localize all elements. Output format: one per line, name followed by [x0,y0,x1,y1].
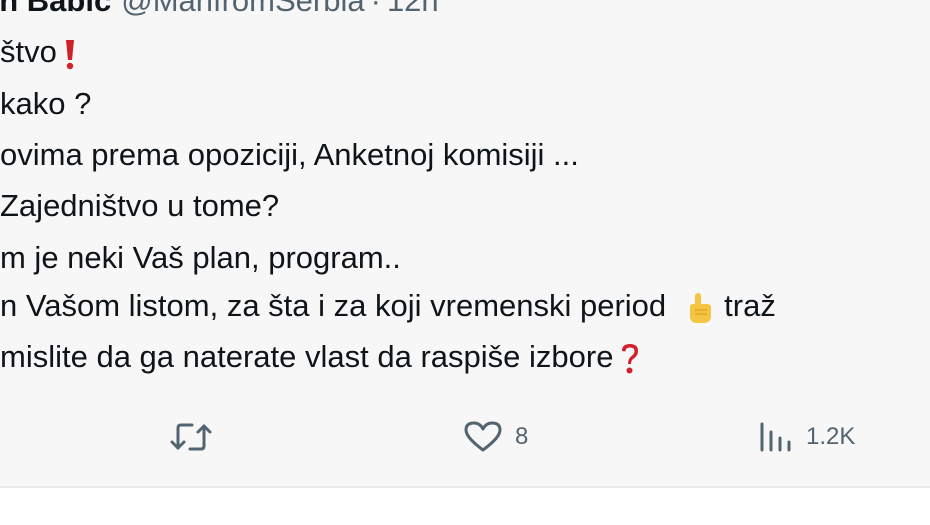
separator-dot: · [370,0,381,18]
next-tweet-area [0,488,930,525]
tweet-header: an Babic @ManfromSerbia · 12h [0,0,439,19]
views-count: 1.2K [806,423,856,450]
tweet-text-line: m je neki Vaš plan, program.. [0,240,401,276]
tweet-text: ovima prema opoziciji, Anketnoj komisiji… [0,137,579,172]
tweet-text: Zajedništvo u tome? [0,188,280,223]
tweet-text-line: ovima prema opoziciji, Anketnoj komisiji… [0,137,579,173]
tweet-text-line: n Vašom listom, za šta i za koji vremens… [0,288,776,325]
tweet-text: n Vašom listom, za šta i za koji vremens… [0,288,667,323]
tweet-text-line: Zajedništvo u tome? [0,188,279,224]
pointing-finger-icon [684,291,714,325]
tweet-card[interactable]: an Babic @ManfromSerbia · 12h štvo kako ? o… [0,0,930,488]
views-icon [758,420,794,454]
author-name[interactable]: an Babic [0,0,111,18]
like-button[interactable]: 8 [463,417,528,457]
like-count: 8 [515,423,529,450]
tweet-text-line: kako ? [0,86,91,122]
red-question-icon [619,342,641,376]
author-handle[interactable]: @ManfromSerbia [121,0,364,18]
tweet-text-line: mislite da ga naterate vlast da raspiše … [0,339,641,376]
views-button[interactable]: 1.2K [758,417,855,457]
tweet-text: m je neki Vaš plan, program.. [0,240,401,275]
retweet-button[interactable] [168,417,214,457]
tweet-text: mislite da ga naterate vlast da raspiše … [0,339,614,374]
tweet-time[interactable]: 12h [387,0,439,18]
red-exclamation-icon [63,38,77,70]
heart-icon [463,420,503,454]
tweet-text: štvo [0,34,57,69]
tweet-text: kako ? [0,86,92,121]
tweet-text: traž [724,288,776,323]
retweet-icon [168,420,214,454]
tweet-text-line: štvo [0,34,77,70]
